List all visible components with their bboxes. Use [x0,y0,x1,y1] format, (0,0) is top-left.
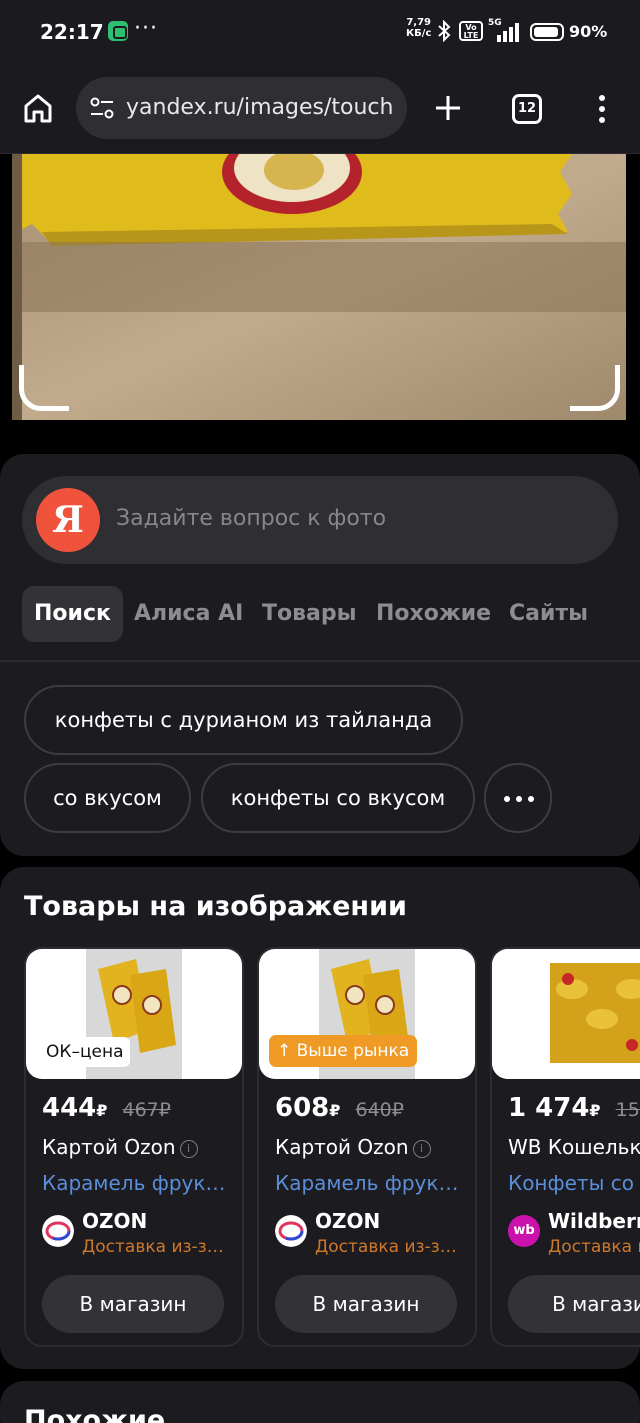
suggestion-chip[interactable]: конфеты со вкусом [201,763,475,833]
bluetooth-icon [438,20,451,42]
payment-method: Картой Ozon i [275,1135,431,1159]
price-value: 608 [275,1093,330,1123]
status-time: 22:17 [40,20,104,44]
more-dots-icon: ··· [134,16,158,41]
photo-edge-right [626,154,640,420]
battery-percent: 90% [569,22,608,41]
yandex-logo-icon: Я [36,488,100,552]
product-image [492,949,640,1079]
url-text: yandex.ru/images/touch [126,95,394,120]
shop-name: OZON [315,1209,381,1233]
network-speed: 7,79 КБ/с [406,17,431,39]
old-price-value: 467 [122,1099,159,1121]
battery-icon [530,23,564,41]
home-icon[interactable] [18,88,58,128]
product-card[interactable]: ОК–цена 444₽ 467₽ Картой Ozon i Карамель … [24,947,244,1347]
more-dot [504,796,510,802]
products-panel: Товары на изображении ОК–цена 444₽ 467₽ … [0,867,640,1369]
tab-sites[interactable]: Сайты [509,586,588,642]
product-image: ОК–цена [26,949,242,1079]
more-dot [528,796,534,802]
search-panel: Я Задайте вопрос к фото Поиск Алиса AI Т… [0,454,640,856]
ozon-logo-icon [275,1215,307,1247]
product-name[interactable]: Карамель фрук… [42,1171,225,1195]
product-name[interactable]: Карамель фрук… [275,1171,458,1195]
products-title: Товары на изображении [24,891,407,922]
price-value: 444 [42,1093,97,1123]
similar-panel: Похожие [0,1381,640,1423]
similar-title: Похожие [24,1405,166,1423]
tab-search[interactable]: Поиск [22,586,123,642]
old-price: 640₽ [355,1099,403,1121]
shop-name: Wildberri [548,1209,640,1233]
menu-dots-icon[interactable] [590,92,614,126]
ask-photo-input[interactable]: Я Задайте вопрос к фото [22,476,618,564]
candy-pile-illustration [492,949,640,1079]
suggestion-chip[interactable]: конфеты с дурианом из тайланда [24,685,463,755]
tab-similar[interactable]: Похожие [376,586,491,642]
photo-edge-left [0,154,12,420]
product-card[interactable]: 1 474₽ 150 WB Кошельк Конфеты со в wb Wi… [490,947,640,1347]
payment-label: Картой Ozon [275,1135,409,1159]
payment-label: Картой Ozon [42,1135,176,1159]
notification-app-icon [108,21,128,41]
more-dot [516,796,522,802]
tab-alice-ai[interactable]: Алиса AI [134,586,243,642]
shop-delivery: Доставка и [548,1237,640,1257]
old-price-value: 640 [355,1099,392,1121]
query-photo[interactable] [12,154,626,420]
shop-delivery: Доставка из-з… [82,1237,224,1257]
info-icon[interactable]: i [412,1140,431,1158]
product-card[interactable]: ↑ Выше рынка 608₽ 640₽ Картой Ozon i Кара… [257,947,477,1347]
address-bar[interactable]: yandex.ru/images/touch [76,77,407,139]
currency: ₽ [96,1101,108,1120]
price-value: 1 474 [508,1093,590,1123]
new-tab-plus-icon[interactable] [430,90,466,126]
price-badge: ↑ Выше рынка [269,1035,418,1067]
crop-handle-bottom-right[interactable] [570,365,620,411]
old-price-value: 150 [615,1099,640,1121]
shop-delivery: Доставка из-з… [315,1237,457,1257]
product-price: 608₽ 640₽ [275,1093,404,1123]
currency: ₽ [589,1101,601,1120]
product-price: 1 474₽ 150 [508,1093,640,1123]
tabs-icon[interactable]: 12 [512,94,542,124]
go-to-shop-button[interactable]: В магази [508,1275,640,1333]
product-price: 444₽ 467₽ [42,1093,171,1123]
payment-method: WB Кошельк [508,1135,640,1159]
signal-icon [497,23,519,42]
browser-toolbar: yandex.ru/images/touch 12 [0,62,640,154]
site-settings-icon[interactable] [90,97,114,119]
product-image: ↑ Выше рынка [259,949,475,1079]
old-price: 467₽ [122,1099,170,1121]
price-badge: ОК–цена [40,1037,130,1067]
suggestion-chip[interactable]: со вкусом [24,763,191,833]
tab-products[interactable]: Товары [262,586,357,642]
go-to-shop-button[interactable]: В магазин [42,1275,224,1333]
old-price: 150 [616,1099,640,1121]
tabs-divider [0,660,640,662]
currency: ₽ [329,1101,341,1120]
info-icon[interactable]: i [179,1140,198,1158]
search-tabs: Поиск Алиса AI Товары Похожие Сайты [22,586,640,644]
crop-handle-bottom-left[interactable] [19,365,69,411]
payment-method: Картой Ozon i [42,1135,198,1159]
network-speed-value: 7,79 [406,17,432,28]
candy-photo-illustration [12,154,626,420]
ask-photo-placeholder: Задайте вопрос к фото [116,506,387,531]
wildberries-logo-icon: wb [508,1215,540,1247]
currency: ₽ [158,1099,171,1121]
shop-name: OZON [82,1209,148,1233]
currency: ₽ [391,1099,404,1121]
go-to-shop-button[interactable]: В магазин [275,1275,457,1333]
ozon-logo-icon [42,1215,74,1247]
product-name[interactable]: Конфеты со в [508,1171,640,1195]
status-bar: 22:17 ··· 7,79 КБ/с Vo LTE 5G 90% [0,0,640,62]
volte-icon: Vo LTE [459,21,483,41]
network-speed-unit: КБ/с [406,28,432,39]
more-suggestions-button[interactable] [484,763,552,833]
